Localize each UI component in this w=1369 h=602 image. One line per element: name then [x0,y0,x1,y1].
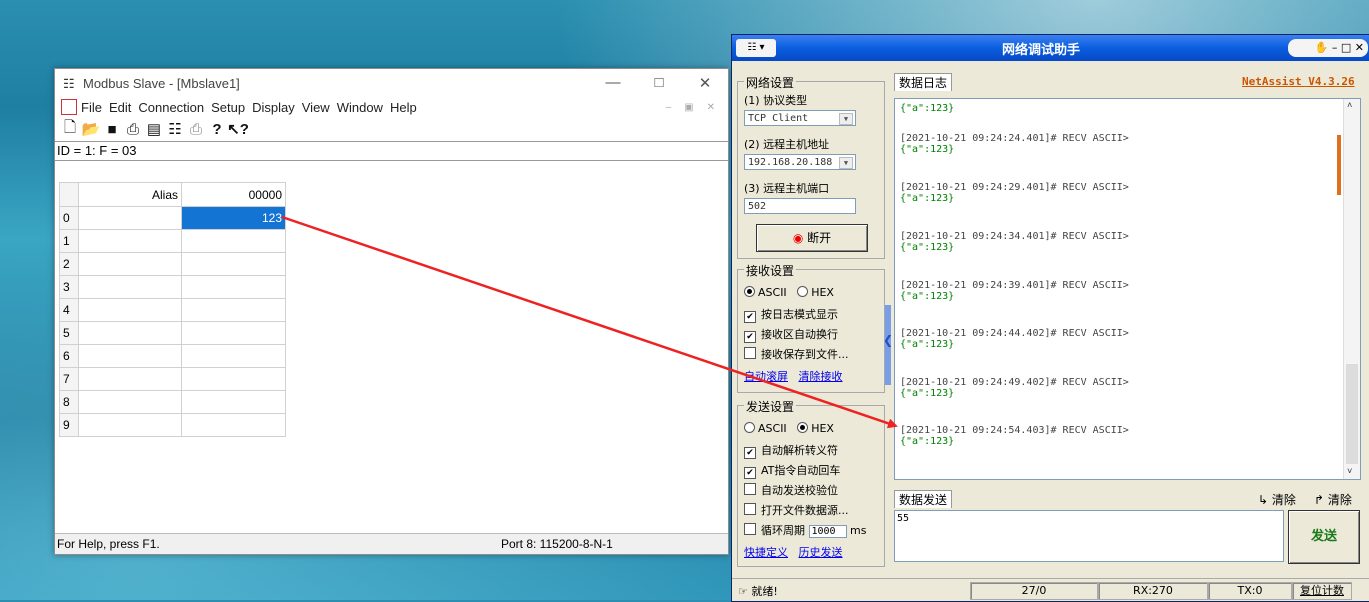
arrow-line [281,215,898,429]
annotation-arrow [281,215,898,429]
